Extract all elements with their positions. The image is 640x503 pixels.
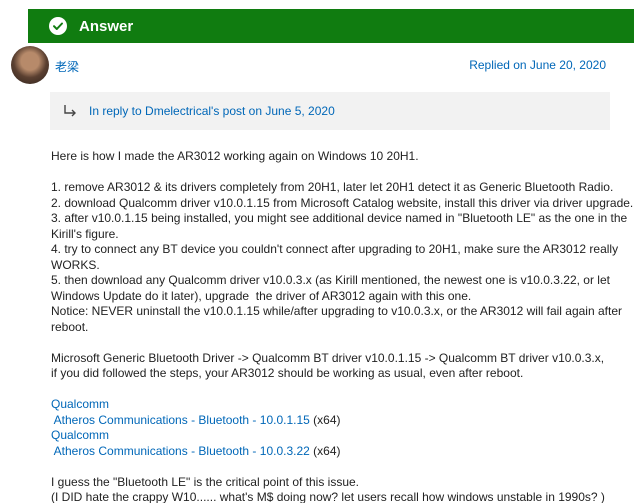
answer-label: Answer xyxy=(79,17,134,35)
intro-text: Here is how I made the AR3012 working ag… xyxy=(51,149,419,163)
step-line: Kirill's figure. xyxy=(51,226,119,241)
closing-line: I guess the "Bluetooth LE" is the critic… xyxy=(51,474,360,489)
vendor-link[interactable]: Qualcomm xyxy=(51,397,621,413)
closing-line: (I DID hate the crappy W10...... what's … xyxy=(51,490,605,503)
driver-line: Atheros Communications - Bluetooth - 10.… xyxy=(51,444,621,460)
step-line: 2. download Qualcomm driver v10.0.1.15 f… xyxy=(51,195,634,210)
driver-link[interactable]: Atheros Communications - Bluetooth - 10.… xyxy=(51,444,310,458)
vendor-link[interactable]: Qualcomm xyxy=(51,428,621,444)
driver-line: Atheros Communications - Bluetooth - 10.… xyxy=(51,413,621,429)
reply-arrow-icon xyxy=(62,103,78,119)
replied-date-link[interactable]: Replied on June 20, 2020 xyxy=(469,58,606,72)
avatar[interactable] xyxy=(11,46,49,84)
summary-line: if you did followed the steps, your AR30… xyxy=(51,366,524,380)
reply-reference: In reply to Dmelectrical's post on June … xyxy=(50,92,610,130)
answer-banner: Answer xyxy=(28,9,634,43)
step-line: Windows Update do it later), upgrade the… xyxy=(51,288,472,303)
summary-line: Microsoft Generic Bluetooth Driver -> Qu… xyxy=(51,350,605,365)
driver-arch: (x64) xyxy=(309,412,341,427)
step-line: 5. then download any Qualcomm driver v10… xyxy=(51,273,610,287)
answer-page: Answer 老梁 Replied on June 20, 2020 In re… xyxy=(0,0,640,503)
checkmark-icon xyxy=(49,17,67,35)
reply-to-link[interactable]: In reply to Dmelectrical's post on June … xyxy=(89,104,335,118)
step-line: WORKS. xyxy=(51,257,100,272)
post-body: Here is how I made the AR3012 working ag… xyxy=(51,149,634,503)
author-link[interactable]: 老梁 xyxy=(55,58,79,75)
step-line: 4. try to connect any BT device you coul… xyxy=(51,242,619,256)
driver-arch: (x64) xyxy=(309,443,341,458)
step-line: 3. after v10.0.1.15 being installed, you… xyxy=(51,211,628,225)
notice-line: Notice: NEVER uninstall the v10.0.1.15 w… xyxy=(51,304,622,318)
driver-link[interactable]: Atheros Communications - Bluetooth - 10.… xyxy=(51,413,310,427)
notice-line: reboot. xyxy=(51,319,89,334)
step-line: 1. remove AR3012 & its drivers completel… xyxy=(51,180,614,194)
